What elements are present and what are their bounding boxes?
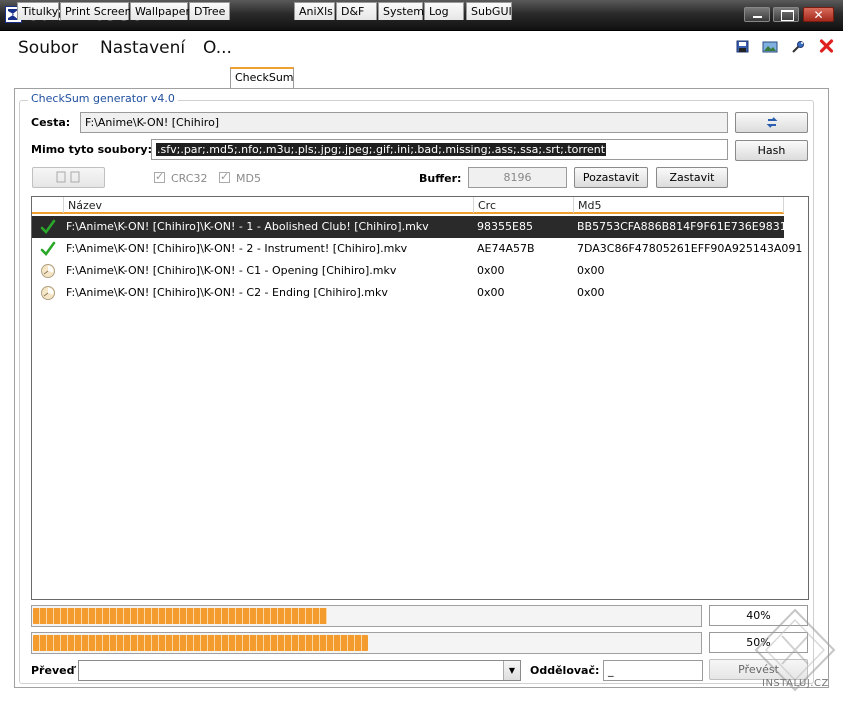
tab-log[interactable]: Log [424, 2, 464, 20]
menu-nastaveni[interactable]: Nastavení [100, 38, 185, 58]
list-item[interactable]: F:\Anime\K-ON! [Chihiro]\K-ON! - 2 - Ins… [32, 238, 802, 260]
buffer-label: Buffer: [419, 172, 462, 185]
list-item[interactable]: F:\Anime\K-ON! [Chihiro]\K-ON! - 1 - Abo… [32, 216, 801, 238]
total-progress-bar [31, 632, 702, 654]
column-name[interactable]: Název [68, 199, 102, 212]
convert-combobox[interactable]: ▼ [78, 660, 521, 681]
stop-button[interactable]: Zastavit [656, 167, 728, 188]
row-name: F:\Anime\K-ON! [Chihiro]\K-ON! - C2 - En… [66, 286, 388, 299]
tab-titulky[interactable]: Titulky [17, 2, 59, 20]
path-label: Cesta: [31, 116, 71, 129]
tab-print-screen[interactable]: Print Screen [60, 2, 132, 20]
window-close-button[interactable]: ✕ [803, 7, 834, 22]
tab-d-and-f[interactable]: D&F [336, 2, 377, 20]
minimize-button[interactable] [744, 7, 770, 22]
save-icon[interactable] [735, 40, 751, 54]
separator-label: Oddělovač: [530, 664, 600, 677]
column-md5[interactable]: Md5 [578, 199, 601, 212]
row-crc: 98355E85 [477, 220, 533, 233]
file-list[interactable]: Název Crc Md5 F:\Anime\K-ON! [Chihiro]\K… [31, 196, 809, 600]
row-name: F:\Anime\K-ON! [Chihiro]\K-ON! - 1 - Abo… [66, 220, 429, 233]
tab-system[interactable]: System [378, 2, 424, 20]
file-progress-bar [31, 605, 702, 627]
convert-label: Převeď [31, 664, 75, 677]
total-progress-fill [33, 635, 368, 651]
maximize-button[interactable] [773, 7, 799, 22]
menu-bar: Soubor Nastavení O... [0, 32, 843, 65]
close-red-icon[interactable] [818, 38, 835, 54]
row-crc: 0x00 [477, 264, 505, 277]
check-icon [40, 241, 56, 256]
check-icon [40, 219, 56, 234]
md5-label: MD5 [236, 172, 261, 185]
chevron-down-icon[interactable]: ▼ [503, 661, 520, 680]
row-name: F:\Anime\K-ON! [Chihiro]\K-ON! - C1 - Op… [66, 264, 397, 277]
menu-about[interactable]: O... [203, 38, 232, 58]
tools-icon[interactable] [790, 40, 806, 54]
browse-button[interactable] [735, 112, 808, 133]
browse-icon [766, 117, 777, 128]
crc32-label: CRC32 [171, 172, 208, 185]
menu-soubor[interactable]: Soubor [18, 38, 78, 58]
list-item[interactable]: F:\Anime\K-ON! [Chihiro]\K-ON! - C2 - En… [32, 282, 784, 304]
list-item[interactable]: F:\Anime\K-ON! [Chihiro]\K-ON! - C1 - Op… [32, 260, 784, 282]
copy-button[interactable] [32, 167, 105, 188]
watermark-text: INSTALUJ.CZ [762, 678, 829, 689]
exclude-label: Mimo tyto soubory: [31, 143, 152, 156]
hash-button[interactable]: Hash [735, 140, 808, 161]
row-md5: 7DA3C86F47805261EFF90A925143A091 [577, 242, 803, 255]
exclude-field[interactable]: .sfv;.par;.md5;.nfo;.m3u;.pls;.jpg;.jpeg… [151, 139, 728, 160]
tab-checksum[interactable]: CheckSum [230, 67, 294, 88]
crc32-checkbox[interactable]: CRC32 [154, 170, 208, 185]
copy-icon [56, 171, 79, 183]
tab-wallpaper[interactable]: Wallpaper [130, 2, 190, 20]
tab-subgui[interactable]: SubGUI [466, 2, 512, 20]
tab-dtree[interactable]: DTree [189, 2, 230, 20]
pause-button[interactable]: Pozastavit [574, 167, 648, 188]
md5-checkbox[interactable]: MD5 [219, 170, 261, 185]
list-header: Název Crc Md5 [32, 197, 784, 214]
row-crc: 0x00 [477, 286, 505, 299]
image-icon[interactable] [762, 40, 778, 54]
tab-anixls[interactable]: AniXls [294, 2, 335, 20]
pending-clock-icon [41, 286, 55, 300]
path-field[interactable]: F:\Anime\K-ON! [Chihiro] [80, 112, 728, 133]
row-md5: BB5753CFA886B814F9F61E736E983106 [577, 220, 801, 233]
column-crc[interactable]: Crc [478, 199, 496, 212]
row-md5: 0x00 [577, 264, 605, 277]
crc32-check-icon [154, 170, 165, 183]
md5-check-icon [219, 170, 230, 183]
row-md5: 0x00 [577, 286, 605, 299]
pending-clock-icon [41, 264, 55, 278]
file-progress-fill [33, 608, 327, 624]
exclude-value: .sfv;.par;.md5;.nfo;.m3u;.pls;.jpg;.jpeg… [156, 143, 607, 156]
row-name: F:\Anime\K-ON! [Chihiro]\K-ON! - 2 - Ins… [66, 242, 408, 255]
row-crc: AE74A57B [477, 242, 535, 255]
separator-field[interactable]: _ [603, 660, 703, 681]
group-title: CheckSum generator v4.0 [28, 92, 178, 105]
buffer-field[interactable]: 8196 [468, 167, 567, 188]
